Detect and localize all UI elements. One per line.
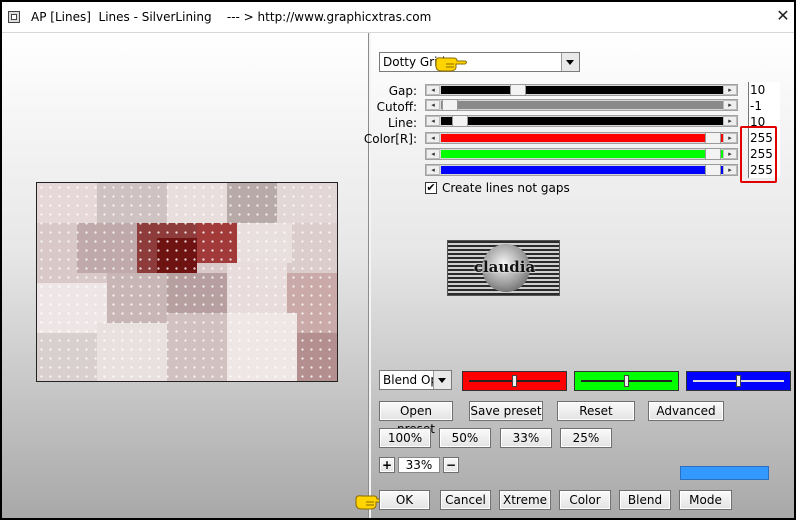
- slider-left-arrow[interactable]: ◂: [426, 149, 440, 159]
- logo-text: claudia: [473, 258, 536, 276]
- chevron-down-icon[interactable]: [561, 53, 579, 71]
- save-preset-button[interactable]: Save preset: [469, 401, 543, 421]
- slider-left-arrow[interactable]: ◂: [426, 100, 440, 110]
- zoom-33-button[interactable]: 33%: [500, 428, 552, 448]
- slider-thumb[interactable]: [705, 132, 721, 144]
- create-lines-checkbox[interactable]: ✔: [425, 182, 437, 194]
- window-title: AP [Lines] Lines - SilverLining --- > ht…: [31, 10, 432, 24]
- red-slider[interactable]: ◂ ▸: [425, 132, 738, 144]
- zoom-in-button[interactable]: +: [379, 457, 395, 473]
- xtreme-button[interactable]: Xtreme: [499, 490, 551, 510]
- zoom-25-button[interactable]: 25%: [560, 428, 612, 448]
- slider-thumb[interactable]: [510, 84, 526, 96]
- mini-slider-green[interactable]: [574, 371, 679, 391]
- slider-left-arrow[interactable]: ◂: [426, 85, 440, 95]
- slider-right-arrow[interactable]: ▸: [723, 165, 737, 175]
- zoom-out-button[interactable]: −: [443, 457, 459, 473]
- cancel-button[interactable]: Cancel: [440, 490, 491, 510]
- slider-left-arrow[interactable]: ◂: [426, 165, 440, 175]
- plugin-window: AP [Lines] Lines - SilverLining --- > ht…: [0, 0, 796, 520]
- color-button[interactable]: Color: [559, 490, 611, 510]
- slider-thumb[interactable]: [512, 375, 517, 387]
- chevron-down-icon[interactable]: [433, 371, 451, 389]
- cutoff-label: Cutoff:: [376, 100, 417, 114]
- blend-options-combo[interactable]: Blend Optio: [379, 370, 452, 390]
- slider-thumb[interactable]: [624, 375, 629, 387]
- slider-thumb[interactable]: [705, 148, 721, 160]
- pointing-hand-icon: [435, 57, 467, 72]
- zoom-value[interactable]: 33%: [398, 457, 440, 473]
- title-bar: AP [Lines] Lines - SilverLining --- > ht…: [2, 2, 794, 33]
- gap-value[interactable]: 10: [748, 82, 780, 98]
- zoom-50-button[interactable]: 50%: [439, 428, 491, 448]
- slider-thumb[interactable]: [736, 375, 741, 387]
- app-icon: [8, 11, 20, 23]
- highlight-box: [740, 126, 777, 183]
- color-r-label: Color[R]:: [363, 132, 417, 146]
- slider-thumb[interactable]: [705, 164, 721, 176]
- check-icon: ✔: [426, 181, 436, 194]
- slider-left-arrow[interactable]: ◂: [426, 133, 440, 143]
- mini-slider-red[interactable]: [462, 371, 567, 391]
- dotty-grid-overlay: [37, 183, 337, 381]
- preview-image: [36, 182, 338, 382]
- ok-button[interactable]: OK: [379, 490, 430, 510]
- create-lines-label: Create lines not gaps: [442, 181, 570, 195]
- open-preset-button[interactable]: Open preset: [379, 401, 453, 436]
- gap-slider[interactable]: ◂ ▸: [425, 84, 738, 96]
- slider-right-arrow[interactable]: ▸: [723, 85, 737, 95]
- slider-right-arrow[interactable]: ▸: [723, 133, 737, 143]
- close-icon[interactable]: ✕: [774, 7, 792, 25]
- slider-thumb[interactable]: [442, 99, 458, 111]
- preset-combo[interactable]: Dotty Grid: [379, 52, 580, 72]
- mini-slider-blue[interactable]: [686, 371, 791, 391]
- gap-label: Gap:: [388, 84, 417, 98]
- claudia-logo: claudia: [447, 240, 560, 296]
- slider-right-arrow[interactable]: ▸: [723, 100, 737, 110]
- slider-thumb[interactable]: [452, 115, 468, 127]
- blue-slider[interactable]: ◂ ▸: [425, 164, 738, 176]
- cutoff-value[interactable]: -1: [748, 98, 780, 114]
- slider-left-arrow[interactable]: ◂: [426, 116, 440, 126]
- mode-button[interactable]: Mode: [679, 490, 732, 510]
- slider-right-arrow[interactable]: ▸: [723, 116, 737, 126]
- line-label: Line:: [387, 116, 417, 130]
- line-slider[interactable]: ◂ ▸: [425, 115, 738, 127]
- reset-button[interactable]: Reset: [557, 401, 635, 421]
- green-slider[interactable]: ◂ ▸: [425, 148, 738, 160]
- slider-right-arrow[interactable]: ▸: [723, 149, 737, 159]
- cutoff-slider[interactable]: ◂ ▸: [425, 99, 738, 111]
- blend-button[interactable]: Blend: [619, 490, 671, 510]
- advanced-button[interactable]: Advanced: [648, 401, 724, 421]
- color-swatch[interactable]: [680, 466, 769, 480]
- zoom-100-button[interactable]: 100%: [379, 428, 431, 448]
